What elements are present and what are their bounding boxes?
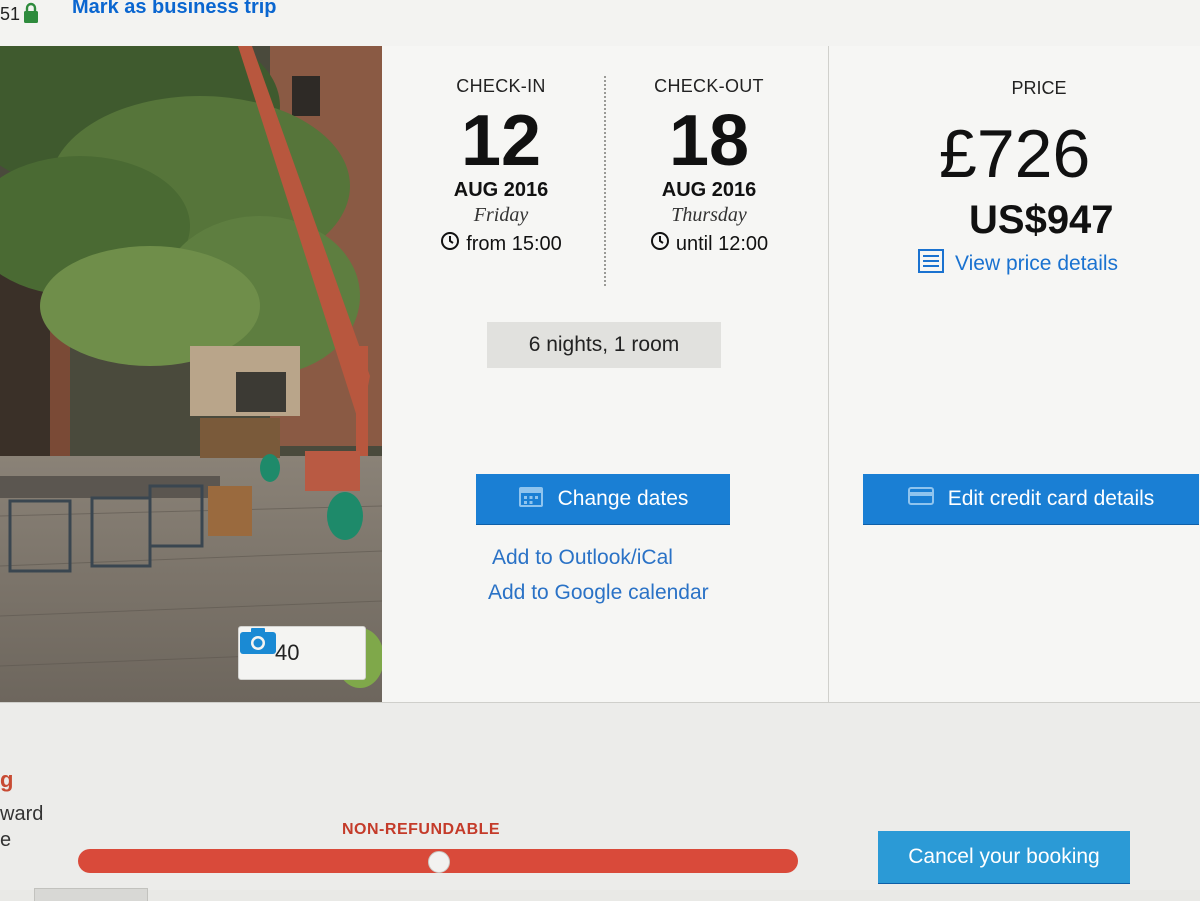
cancel-booking-label: Cancel your booking [908, 845, 1100, 868]
change-dates-button[interactable]: Change dates [476, 474, 730, 524]
check-out-month-year: AUG 2016 [661, 179, 757, 201]
photo-count-button[interactable]: 40 [238, 626, 366, 680]
check-in-time-text: from 15:00 [466, 232, 562, 255]
view-price-details-label: View price details [955, 252, 1119, 275]
receipt-icon [917, 248, 945, 280]
check-in-label: CHECK-IN [456, 76, 546, 96]
check-out-block: CHECK-OUT 18 AUG 2016 Thursday until 12:… [604, 76, 814, 257]
timeline-marker[interactable] [428, 851, 450, 873]
calendar-icon [518, 484, 544, 514]
check-out-time: until 12:00 [604, 231, 814, 257]
hotel-photo[interactable]: 40 [0, 46, 382, 702]
edit-credit-card-label: Edit credit card details [947, 487, 1155, 510]
check-in-time: from 15:00 [396, 231, 606, 257]
check-out-day: 18 [668, 101, 750, 181]
check-in-day: 12 [460, 101, 542, 181]
check-out-time-text: until 12:00 [675, 232, 769, 255]
check-in-month-year: AUG 2016 [453, 179, 549, 201]
price-gbp: £726 [939, 116, 1091, 192]
booking-card: 40 CHECK-IN 12 AUG 2016 Friday from 15:0… [0, 46, 1200, 703]
view-price-details-link[interactable]: View price details [917, 248, 1118, 280]
credit-card-icon [907, 487, 934, 511]
policy-text-fragment-1: ward [0, 803, 44, 825]
price-label: PRICE [1011, 78, 1067, 98]
top-bar: 51 Mark as business trip [0, 0, 1200, 47]
policy-heading-fragment: g [0, 767, 14, 792]
cancellation-section: g ward e NON-REFUNDABLE Cancel your book… [0, 703, 1200, 890]
mark-business-trip-link[interactable]: Mark as business trip [72, 0, 277, 19]
nights-rooms-badge: 6 nights, 1 room [487, 322, 721, 368]
clock-icon [440, 231, 460, 257]
non-refundable-label: NON-REFUNDABLE [342, 821, 501, 838]
price-usd: US$947 [969, 198, 1114, 242]
check-in-weekday: Friday [473, 204, 529, 226]
booking-number-fragment: 51 [0, 4, 21, 24]
lock-icon [22, 2, 40, 29]
add-to-outlook-link[interactable]: Add to Outlook/iCal [492, 546, 673, 570]
check-in-block: CHECK-IN 12 AUG 2016 Friday from 15:00 [396, 76, 606, 257]
check-out-label: CHECK-OUT [654, 76, 764, 96]
add-to-google-calendar-link[interactable]: Add to Google calendar [488, 581, 709, 605]
dates-column: CHECK-IN 12 AUG 2016 Friday from 15:00 C… [382, 46, 828, 702]
clock-icon [650, 231, 670, 257]
check-out-weekday: Thursday [671, 204, 747, 226]
cancel-booking-button[interactable]: Cancel your booking [878, 831, 1130, 883]
change-dates-label: Change dates [557, 487, 689, 510]
bottom-tab[interactable] [34, 888, 148, 901]
policy-text-fragment-2: e [0, 829, 12, 851]
photo-count: 40 [275, 640, 300, 665]
edit-credit-card-button[interactable]: Edit credit card details [863, 474, 1199, 524]
price-column: PRICE £726 US$947 View price details Edi… [829, 46, 1200, 702]
